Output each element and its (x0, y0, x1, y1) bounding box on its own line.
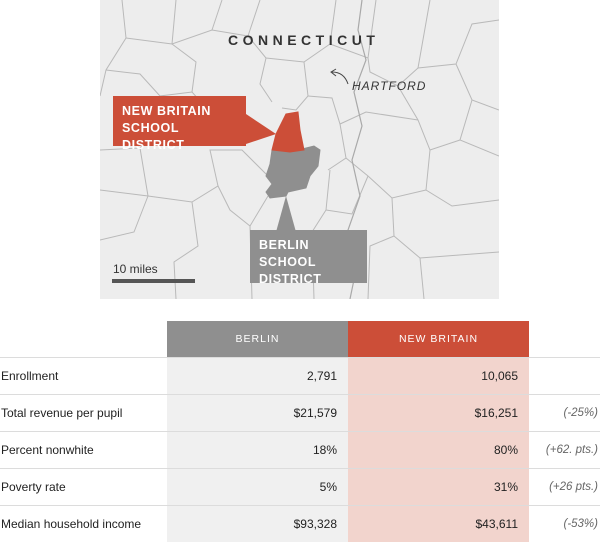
berlin-value: 2,791 (167, 357, 348, 395)
change-value: (+26 pts.) (529, 468, 600, 506)
new-britain-district-shape (271, 111, 305, 153)
berlin-pointer (276, 196, 296, 232)
new-britain-callout: NEW BRITAIN SCHOOL DISTRICT (113, 96, 246, 152)
new-britain-value: $16,251 (348, 394, 529, 432)
district-map: CONNECTICUT HARTFORD NEW BRITAIN SCHOOL … (100, 0, 499, 299)
table-header-row: BERLIN NEW BRITAIN (0, 321, 600, 358)
new-britain-value: 80% (348, 431, 529, 469)
new-britain-callout-line1: NEW BRITAIN (122, 104, 211, 118)
header-berlin: BERLIN (167, 321, 348, 358)
scale-label: 10 miles (113, 262, 158, 276)
berlin-value: 5% (167, 468, 348, 506)
change-value: (+62. pts.) (529, 431, 600, 469)
change-value: (-53%) (529, 505, 600, 542)
hartford-label: HARTFORD (352, 79, 427, 93)
table-row: Total revenue per pupil $21,579 $16,251 … (0, 394, 600, 432)
new-britain-pointer (246, 114, 276, 144)
berlin-value: $21,579 (167, 394, 348, 432)
new-britain-value: $43,611 (348, 505, 529, 542)
change-value (529, 357, 600, 395)
row-label: Enrollment (0, 357, 167, 395)
state-label: CONNECTICUT (228, 32, 380, 48)
table-row: Poverty rate 5% 31% (+26 pts.) (0, 468, 600, 506)
row-label: Percent nonwhite (0, 431, 167, 469)
berlin-district-shape (265, 145, 321, 199)
berlin-value: $93,328 (167, 505, 348, 542)
new-britain-value: 10,065 (348, 357, 529, 395)
new-britain-callout-line2: SCHOOL DISTRICT (122, 121, 185, 152)
scale-bar (112, 279, 195, 283)
table-row: Enrollment 2,791 10,065 (0, 357, 600, 395)
berlin-callout: BERLIN SCHOOL DISTRICT (250, 230, 367, 286)
berlin-value: 18% (167, 431, 348, 469)
row-label: Poverty rate (0, 468, 167, 506)
berlin-callout-line1: BERLIN SCHOOL (259, 238, 317, 269)
table-row: Percent nonwhite 18% 80% (+62. pts.) (0, 431, 600, 469)
header-new-britain: NEW BRITAIN (348, 321, 529, 358)
header-change (529, 321, 600, 358)
row-label: Median household income (0, 505, 167, 542)
comparison-table: BERLIN NEW BRITAIN Enrollment 2,791 10,0… (0, 321, 600, 542)
header-blank (0, 321, 167, 358)
change-value: (-25%) (529, 394, 600, 432)
hartford-arrow-icon (330, 68, 349, 85)
new-britain-value: 31% (348, 468, 529, 506)
row-label: Total revenue per pupil (0, 394, 167, 432)
berlin-callout-line2: DISTRICT (259, 272, 322, 286)
table-row: Median household income $93,328 $43,611 … (0, 505, 600, 542)
